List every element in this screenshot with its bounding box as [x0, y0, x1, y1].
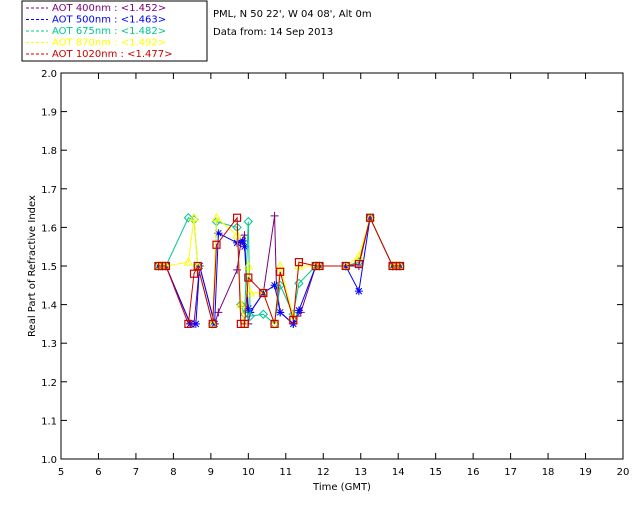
- x-tick-label-3: 8: [170, 467, 176, 478]
- series-1-point-14: [270, 281, 279, 290]
- series-0-point-14: [270, 211, 279, 220]
- refractive-index-chart: AOT 400nm : <1.452>AOT 500nm : <1.463>AO…: [21, 0, 630, 493]
- x-tick-label-4: 9: [208, 467, 214, 478]
- legend-label-2: AOT 675nm : <1.482>: [52, 26, 166, 37]
- x-tick-label-1: 6: [95, 467, 101, 478]
- series-layer: [153, 211, 405, 329]
- x-tick-label-13: 18: [542, 467, 555, 478]
- x-axis-label: Time (GMT): [312, 482, 371, 493]
- x-tick-label-5: 10: [242, 467, 255, 478]
- y-axis: 1.0 1.1 1.2 1.3 1.4 1.5 1.6 1.7 1.8 1.9 2.0: [41, 69, 623, 466]
- x-tick-label-9: 14: [392, 467, 405, 478]
- y-tick-label-7: 1.7: [41, 185, 57, 196]
- x-tick-label-2: 7: [133, 467, 139, 478]
- x-tick-label-6: 11: [279, 467, 292, 478]
- x-tick-label-10: 15: [429, 467, 442, 478]
- x-tick-label-15: 20: [617, 467, 630, 478]
- y-tick-label-3: 1.3: [41, 339, 57, 350]
- y-axis-label: Real Part of Refractive Index: [27, 195, 38, 337]
- y-tick-label-2: 1.2: [41, 378, 57, 389]
- x-tick-label-0: 5: [58, 467, 64, 478]
- legend-label-3: AOT 870nm : <1.492>: [52, 38, 166, 49]
- y-tick-label-9: 1.9: [41, 108, 57, 119]
- legend-label-1: AOT 500nm : <1.463>: [52, 15, 166, 26]
- y-tick-label-6: 1.6: [41, 223, 57, 234]
- y-tick-label-10: 2.0: [41, 69, 57, 80]
- x-tick-label-7: 12: [317, 467, 330, 478]
- y-tick-label-4: 1.4: [41, 301, 57, 312]
- y-tick-label-8: 1.8: [41, 146, 57, 157]
- x-tick-label-8: 13: [354, 467, 367, 478]
- y-tick-label-1: 1.1: [41, 416, 57, 427]
- y-tick-label-0: 1.0: [41, 455, 57, 466]
- x-tick-label-12: 17: [504, 467, 517, 478]
- series-1-point-4: [191, 319, 200, 328]
- chart-header-date: Data from: 14 Sep 2013: [213, 27, 333, 38]
- legend: AOT 400nm : <1.452>AOT 500nm : <1.463>AO…: [21, 0, 208, 62]
- legend-label-4: AOT 1020nm : <1.477>: [52, 49, 172, 60]
- x-tick-label-14: 19: [579, 467, 592, 478]
- series-1-point-21: [354, 287, 363, 296]
- legend-label-0: AOT 400nm : <1.452>: [52, 3, 166, 14]
- x-tick-label-11: 16: [467, 467, 480, 478]
- y-tick-label-5: 1.5: [41, 262, 57, 273]
- series-1-point-15: [276, 308, 285, 317]
- x-axis: 5 6 7 8 9 10 11 12 13 14 15 16 17 18 19 20: [58, 73, 630, 478]
- chart-header-location: PML, N 50 22', W 04 08', Alt 0m: [213, 9, 372, 20]
- series-0-point-8: [233, 265, 242, 274]
